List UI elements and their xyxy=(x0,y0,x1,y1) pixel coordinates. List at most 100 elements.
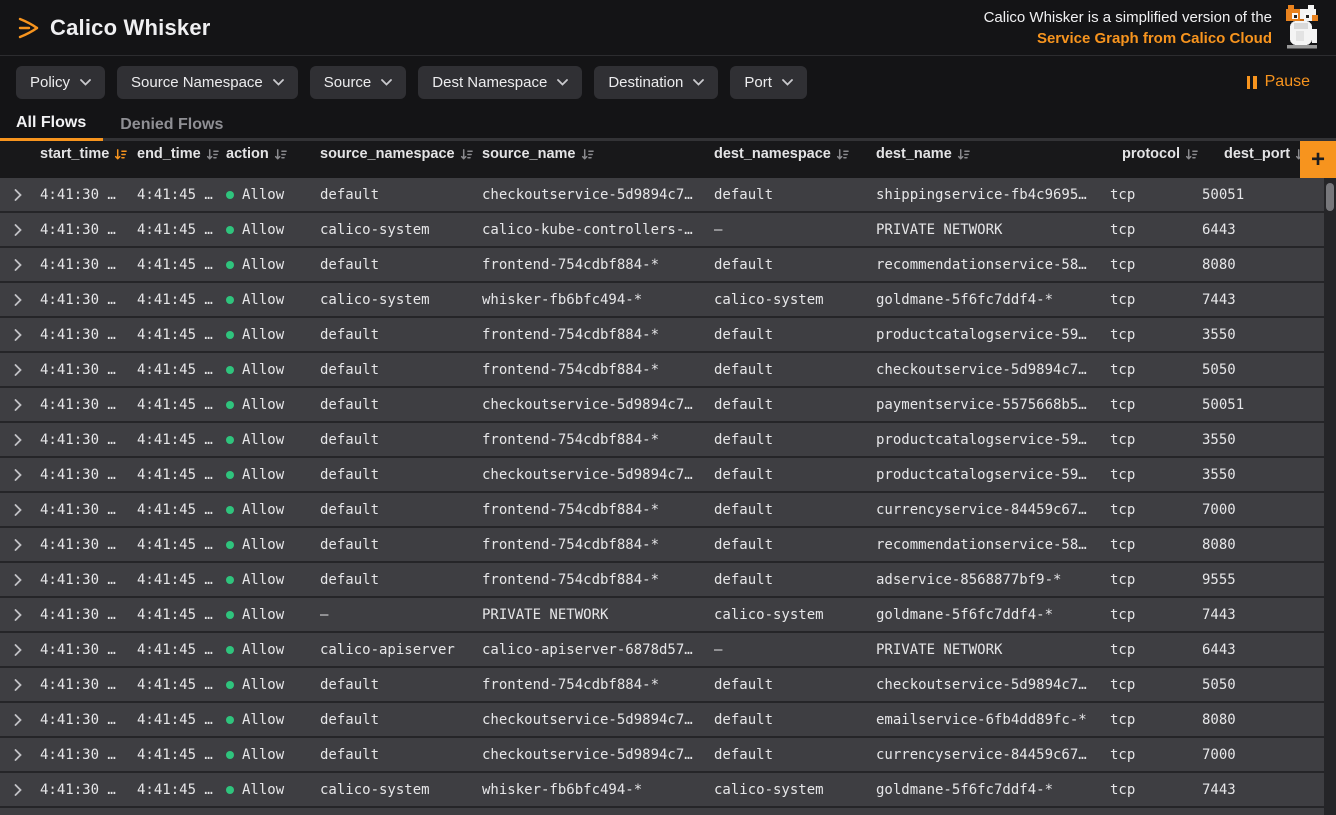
col-header-source-namespace[interactable]: source_namespace xyxy=(316,146,478,162)
chevron-down-icon xyxy=(557,79,568,86)
filter-policy[interactable]: Policy xyxy=(16,66,105,99)
tab-denied-flows[interactable]: Denied Flows xyxy=(103,108,240,141)
table-row[interactable]: 4:41:30 … 4:41:45 … Allow calico-system … xyxy=(0,283,1324,318)
col-header-dest-name[interactable]: dest_name xyxy=(872,146,1106,162)
allow-status-dot xyxy=(226,681,234,689)
service-graph-link[interactable]: Service Graph from Calico Cloud xyxy=(984,28,1272,49)
table-row[interactable]: 4:41:30 … 4:41:45 … Allow default fronte… xyxy=(0,353,1324,388)
filter-destination[interactable]: Destination xyxy=(594,66,718,99)
cell-dest-name: checkoutservice-5d9894c7… xyxy=(872,677,1106,693)
table-row[interactable]: 4:41:30 … 4:41:45 … Allow default checko… xyxy=(0,703,1324,738)
table-row[interactable]: 4:41:30 … 4:41:45 … Allow default checko… xyxy=(0,458,1324,493)
expand-chevron-icon[interactable] xyxy=(0,574,36,586)
cell-source-namespace: default xyxy=(316,187,478,203)
table-row[interactable]: 4:41:30 … 4:41:45 … Allow calico-system … xyxy=(0,213,1324,248)
expand-chevron-icon[interactable] xyxy=(0,294,36,306)
cell-dest-namespace: calico-system xyxy=(710,292,872,308)
expand-chevron-icon[interactable] xyxy=(0,329,36,341)
cell-end-time: 4:41:45 … xyxy=(133,327,222,343)
tab-all-flows[interactable]: All Flows xyxy=(0,108,103,141)
table-row[interactable]: 4:41:30 … 4:41:45 … Allow default checko… xyxy=(0,178,1324,213)
cell-start-time: 4:41:30 … xyxy=(36,537,133,553)
cell-start-time: 4:41:30 … xyxy=(36,397,133,413)
expand-chevron-icon[interactable] xyxy=(0,679,36,691)
pause-icon xyxy=(1247,76,1257,89)
expand-chevron-icon[interactable] xyxy=(0,259,36,271)
table-row[interactable]: 4:41:30 … 4:41:45 … Allow default checko… xyxy=(0,738,1324,773)
cell-end-time: 4:41:45 … xyxy=(133,677,222,693)
col-header-source-name[interactable]: source_name xyxy=(478,146,710,162)
cell-start-time: 4:41:30 … xyxy=(36,642,133,658)
action-label: Allow xyxy=(242,467,284,483)
allow-status-dot xyxy=(226,471,234,479)
tagline-text: Calico Whisker is a simplified version o… xyxy=(984,7,1272,28)
cell-start-time: 4:41:30 … xyxy=(36,222,133,238)
expand-chevron-icon[interactable] xyxy=(0,749,36,761)
table-row[interactable]: 4:41:30 … 4:41:45 … Allow default fronte… xyxy=(0,528,1324,563)
cell-dest-name: goldmane-5f6fc7ddf4-* xyxy=(872,607,1106,623)
expand-chevron-icon[interactable] xyxy=(0,434,36,446)
expand-chevron-icon[interactable] xyxy=(0,784,36,796)
pause-button[interactable]: Pause xyxy=(1237,67,1320,97)
cell-start-time: 4:41:30 … xyxy=(36,187,133,203)
filter-source-namespace[interactable]: Source Namespace xyxy=(117,66,298,99)
col-header-end-time[interactable]: end_time xyxy=(133,146,222,162)
cell-source-namespace: default xyxy=(316,537,478,553)
filter-dest-namespace[interactable]: Dest Namespace xyxy=(418,66,582,99)
expand-chevron-icon[interactable] xyxy=(0,224,36,236)
table-row[interactable]: 4:41:30 … 4:41:45 … Allow default fronte… xyxy=(0,423,1324,458)
cell-protocol: tcp xyxy=(1106,257,1198,273)
expand-chevron-icon[interactable] xyxy=(0,469,36,481)
cell-dest-namespace: default xyxy=(710,257,872,273)
pause-label: Pause xyxy=(1265,73,1310,91)
table-row[interactable]: 4:41:30 … 4:41:45 … Allow default checko… xyxy=(0,388,1324,423)
cell-dest-name: recommendationservice-58… xyxy=(872,257,1106,273)
add-column-button[interactable]: + xyxy=(1300,141,1336,178)
cell-dest-name: goldmane-5f6fc7ddf4-* xyxy=(872,292,1106,308)
cell-action: Allow xyxy=(222,187,316,203)
cell-source-name: whisker-fb6bfc494-* xyxy=(478,782,710,798)
col-label: start_time xyxy=(40,146,109,162)
table-row[interactable]: 4:41:30 … 4:41:45 … Allow default fronte… xyxy=(0,493,1324,528)
table-row[interactable]: 4:41:30 … 4:41:45 … Allow default fronte… xyxy=(0,668,1324,703)
table-row[interactable]: 4:41:30 … 4:41:45 … Allow default fronte… xyxy=(0,563,1324,598)
col-header-protocol[interactable]: protocol xyxy=(1106,146,1198,162)
expand-chevron-icon[interactable] xyxy=(0,189,36,201)
cell-dest-namespace: default xyxy=(710,432,872,448)
scrollbar-thumb[interactable] xyxy=(1326,183,1334,211)
cell-dest-namespace: default xyxy=(710,537,872,553)
cell-dest-name: recommendationservice-58… xyxy=(872,537,1106,553)
table-row[interactable]: 4:41:30 … 4:41:45 … Allow default fronte… xyxy=(0,318,1324,353)
col-header-start-time[interactable]: start_time xyxy=(36,146,133,162)
expand-chevron-icon[interactable] xyxy=(0,504,36,516)
expand-chevron-icon[interactable] xyxy=(0,399,36,411)
cell-dest-namespace: default xyxy=(710,502,872,518)
table-row[interactable]: 4:41:30 … 4:41:45 … Allow calico-apiserv… xyxy=(0,633,1324,668)
allow-status-dot xyxy=(226,541,234,549)
app-title: Calico Whisker xyxy=(50,15,211,41)
cell-dest-name: emailservice-6fb4dd89fc-* xyxy=(872,712,1106,728)
col-header-dest-port[interactable]: dest_port xyxy=(1198,146,1308,162)
expand-chevron-icon[interactable] xyxy=(0,644,36,656)
allow-status-dot xyxy=(226,751,234,759)
col-header-dest-namespace[interactable]: dest_namespace xyxy=(710,146,872,162)
table-row[interactable]: 4:41:30 … 4:41:45 … Allow calico-system … xyxy=(0,773,1324,808)
expand-chevron-icon[interactable] xyxy=(0,609,36,621)
filter-port[interactable]: Port xyxy=(730,66,807,99)
expand-chevron-icon[interactable] xyxy=(0,539,36,551)
cell-protocol: tcp xyxy=(1106,187,1198,203)
cell-action: Allow xyxy=(222,222,316,238)
cell-source-namespace: default xyxy=(316,502,478,518)
cell-dest-namespace: calico-system xyxy=(710,782,872,798)
table-row[interactable]: 4:41:30 … 4:41:45 … Allow default fronte… xyxy=(0,248,1324,283)
table-row[interactable]: 4:41:30 … 4:41:45 … Allow – PRIVATE NETW… xyxy=(0,598,1324,633)
col-label: protocol xyxy=(1122,146,1180,162)
action-label: Allow xyxy=(242,187,284,203)
expand-chevron-icon[interactable] xyxy=(0,364,36,376)
expand-chevron-icon[interactable] xyxy=(0,714,36,726)
vertical-scrollbar[interactable] xyxy=(1324,178,1336,815)
cell-dest-port: 3550 xyxy=(1198,467,1324,483)
col-header-action[interactable]: action xyxy=(222,146,316,162)
cell-source-name: frontend-754cdbf884-* xyxy=(478,432,710,448)
filter-source[interactable]: Source xyxy=(310,66,407,99)
